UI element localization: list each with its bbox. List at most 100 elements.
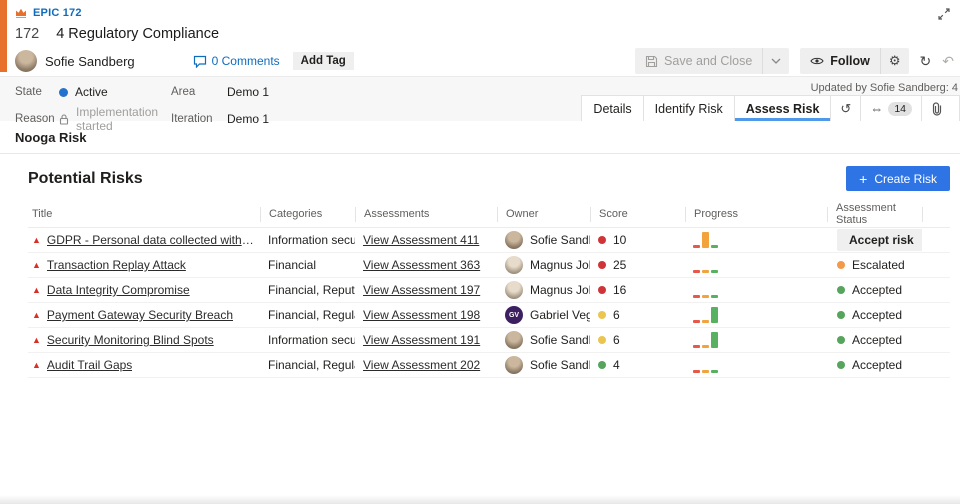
settings-gear-icon[interactable]: ⚙: [879, 48, 909, 74]
tab-identify-risk[interactable]: Identify Risk: [642, 95, 735, 121]
progress-bar: [711, 295, 718, 298]
save-icon: [645, 55, 658, 68]
table-row: ▲ Security Monitoring Blind Spots Inform…: [28, 328, 950, 353]
owner-avatar: [505, 256, 523, 274]
col-owner: Owner: [497, 206, 590, 222]
progress-bar: [711, 307, 718, 323]
assessment-status-cell: Accept risk: [827, 229, 922, 251]
progress-bar: [693, 370, 700, 373]
add-tag-button[interactable]: Add Tag: [292, 52, 354, 70]
epic-crown-icon: [15, 8, 27, 18]
links-count-badge: 14: [888, 101, 912, 116]
attachments-tab[interactable]: [921, 95, 960, 121]
status-dot-icon: [837, 286, 845, 294]
col-progress: Progress: [685, 206, 827, 222]
risk-title-link[interactable]: Payment Gateway Security Breach: [47, 308, 233, 322]
status-dot-icon: [837, 336, 845, 344]
owner-avatar: GV: [505, 306, 523, 324]
progress-bar: [702, 370, 709, 373]
progress-bar: [702, 320, 709, 323]
state-dot-icon: [59, 87, 68, 97]
view-assessment-link[interactable]: View Assessment 411: [363, 233, 479, 247]
follow-button[interactable]: Follow: [800, 48, 880, 74]
risk-progress-chart: [685, 328, 827, 352]
progress-bar: [693, 320, 700, 323]
links-tab[interactable]: ⇔ 14: [860, 95, 922, 121]
assessment-status-cell: Accepted: [827, 358, 922, 372]
view-assessment-link[interactable]: View Assessment 197: [363, 283, 480, 297]
risk-categories: Financial, Regulatory: [268, 358, 355, 372]
progress-bar: [693, 295, 700, 298]
score-value: 6: [613, 333, 620, 347]
tab-details[interactable]: Details: [581, 95, 644, 121]
risk-warning-icon: ▲: [32, 260, 41, 270]
history-icon[interactable]: ↺: [830, 95, 862, 121]
score-value: 16: [613, 283, 627, 297]
score-value: 10: [613, 233, 627, 247]
risk-categories: Financial, Regulatory: [268, 308, 355, 322]
undo-icon[interactable]: ↶: [942, 54, 954, 68]
risk-warning-icon: ▲: [32, 335, 41, 345]
status-text: Accepted: [852, 333, 903, 347]
work-item-title-field[interactable]: 4 Regulatory Compliance: [56, 26, 960, 42]
view-assessment-link[interactable]: View Assessment 202: [363, 358, 480, 372]
score-dot-icon: [598, 236, 606, 244]
score-dot-icon: [598, 311, 606, 319]
tab-bar: Details Identify Risk Assess Risk ↺ ⇔ 14: [581, 95, 960, 121]
work-item-type-link[interactable]: EPIC 172: [33, 7, 82, 19]
col-title: Title: [32, 208, 53, 220]
area-label: Area: [171, 86, 196, 98]
progress-bar: [693, 270, 700, 273]
risk-title-link[interactable]: GDPR - Personal data collected without c…: [47, 233, 260, 247]
risk-title-link[interactable]: Audit Trail Gaps: [47, 358, 132, 372]
progress-bar: [702, 232, 709, 248]
refresh-icon[interactable]: ↻: [920, 54, 932, 68]
progress-bar: [693, 245, 700, 248]
save-and-close-group: Save and Close: [635, 48, 790, 74]
score-value: 25: [613, 258, 627, 272]
view-assessment-link[interactable]: View Assessment 198: [363, 308, 480, 322]
risk-title-link[interactable]: Security Monitoring Blind Spots: [47, 333, 214, 347]
risk-table: Title Categories Assessments Owner Score…: [28, 201, 950, 378]
create-risk-button[interactable]: + Create Risk: [846, 166, 950, 191]
accept-risk-button[interactable]: Accept risk: [837, 229, 922, 251]
attachment-paperclip-icon: [931, 101, 943, 116]
risk-categories: Information security...: [268, 233, 355, 247]
view-assessment-link[interactable]: View Assessment 363: [363, 258, 480, 272]
save-options-chevron-icon[interactable]: [762, 48, 789, 74]
score-value: 6: [613, 308, 620, 322]
score-dot-icon: [598, 261, 606, 269]
risk-warning-icon: ▲: [32, 310, 41, 320]
score-value: 4: [613, 358, 620, 372]
plus-icon: +: [859, 170, 868, 187]
progress-bar: [702, 270, 709, 273]
tab-assess-risk[interactable]: Assess Risk: [733, 95, 832, 121]
risk-table-header: Title Categories Assessments Owner Score…: [28, 201, 950, 228]
dialog-bottom-shadow: [0, 495, 960, 504]
progress-bar: [711, 270, 718, 273]
risk-warning-icon: ▲: [32, 285, 41, 295]
risk-progress-chart: [685, 353, 827, 377]
assessment-status-cell: Accepted: [827, 308, 922, 322]
section-heading: Potential Risks: [28, 169, 143, 187]
progress-bar: [693, 345, 700, 348]
links-icon: ⇔: [870, 101, 884, 116]
assigned-to-avatar[interactable]: [15, 50, 37, 72]
expand-dialog-icon[interactable]: [938, 8, 950, 20]
save-and-close-button[interactable]: Save and Close: [635, 48, 762, 74]
risk-progress-chart: [685, 253, 827, 277]
owner-avatar: [505, 231, 523, 249]
owner-name: Magnus Johansson: [530, 258, 590, 272]
risk-title-link[interactable]: Data Integrity Compromise: [47, 283, 190, 297]
state-field[interactable]: Active: [59, 85, 171, 99]
table-row: ▲ Audit Trail Gaps Financial, Regulatory…: [28, 353, 950, 378]
risk-title-link[interactable]: Transaction Replay Attack: [47, 258, 186, 272]
risk-warning-icon: ▲: [32, 360, 41, 370]
comments-link[interactable]: 0 Comments: [193, 54, 280, 68]
view-assessment-link[interactable]: View Assessment 191: [363, 333, 480, 347]
epic-color-strip: [0, 0, 7, 72]
assigned-to-name[interactable]: Sofie Sandberg: [45, 54, 135, 69]
risk-progress-chart: [685, 303, 827, 327]
risk-categories: Financial, Reputatio...: [268, 283, 355, 297]
progress-bar: [711, 332, 718, 348]
